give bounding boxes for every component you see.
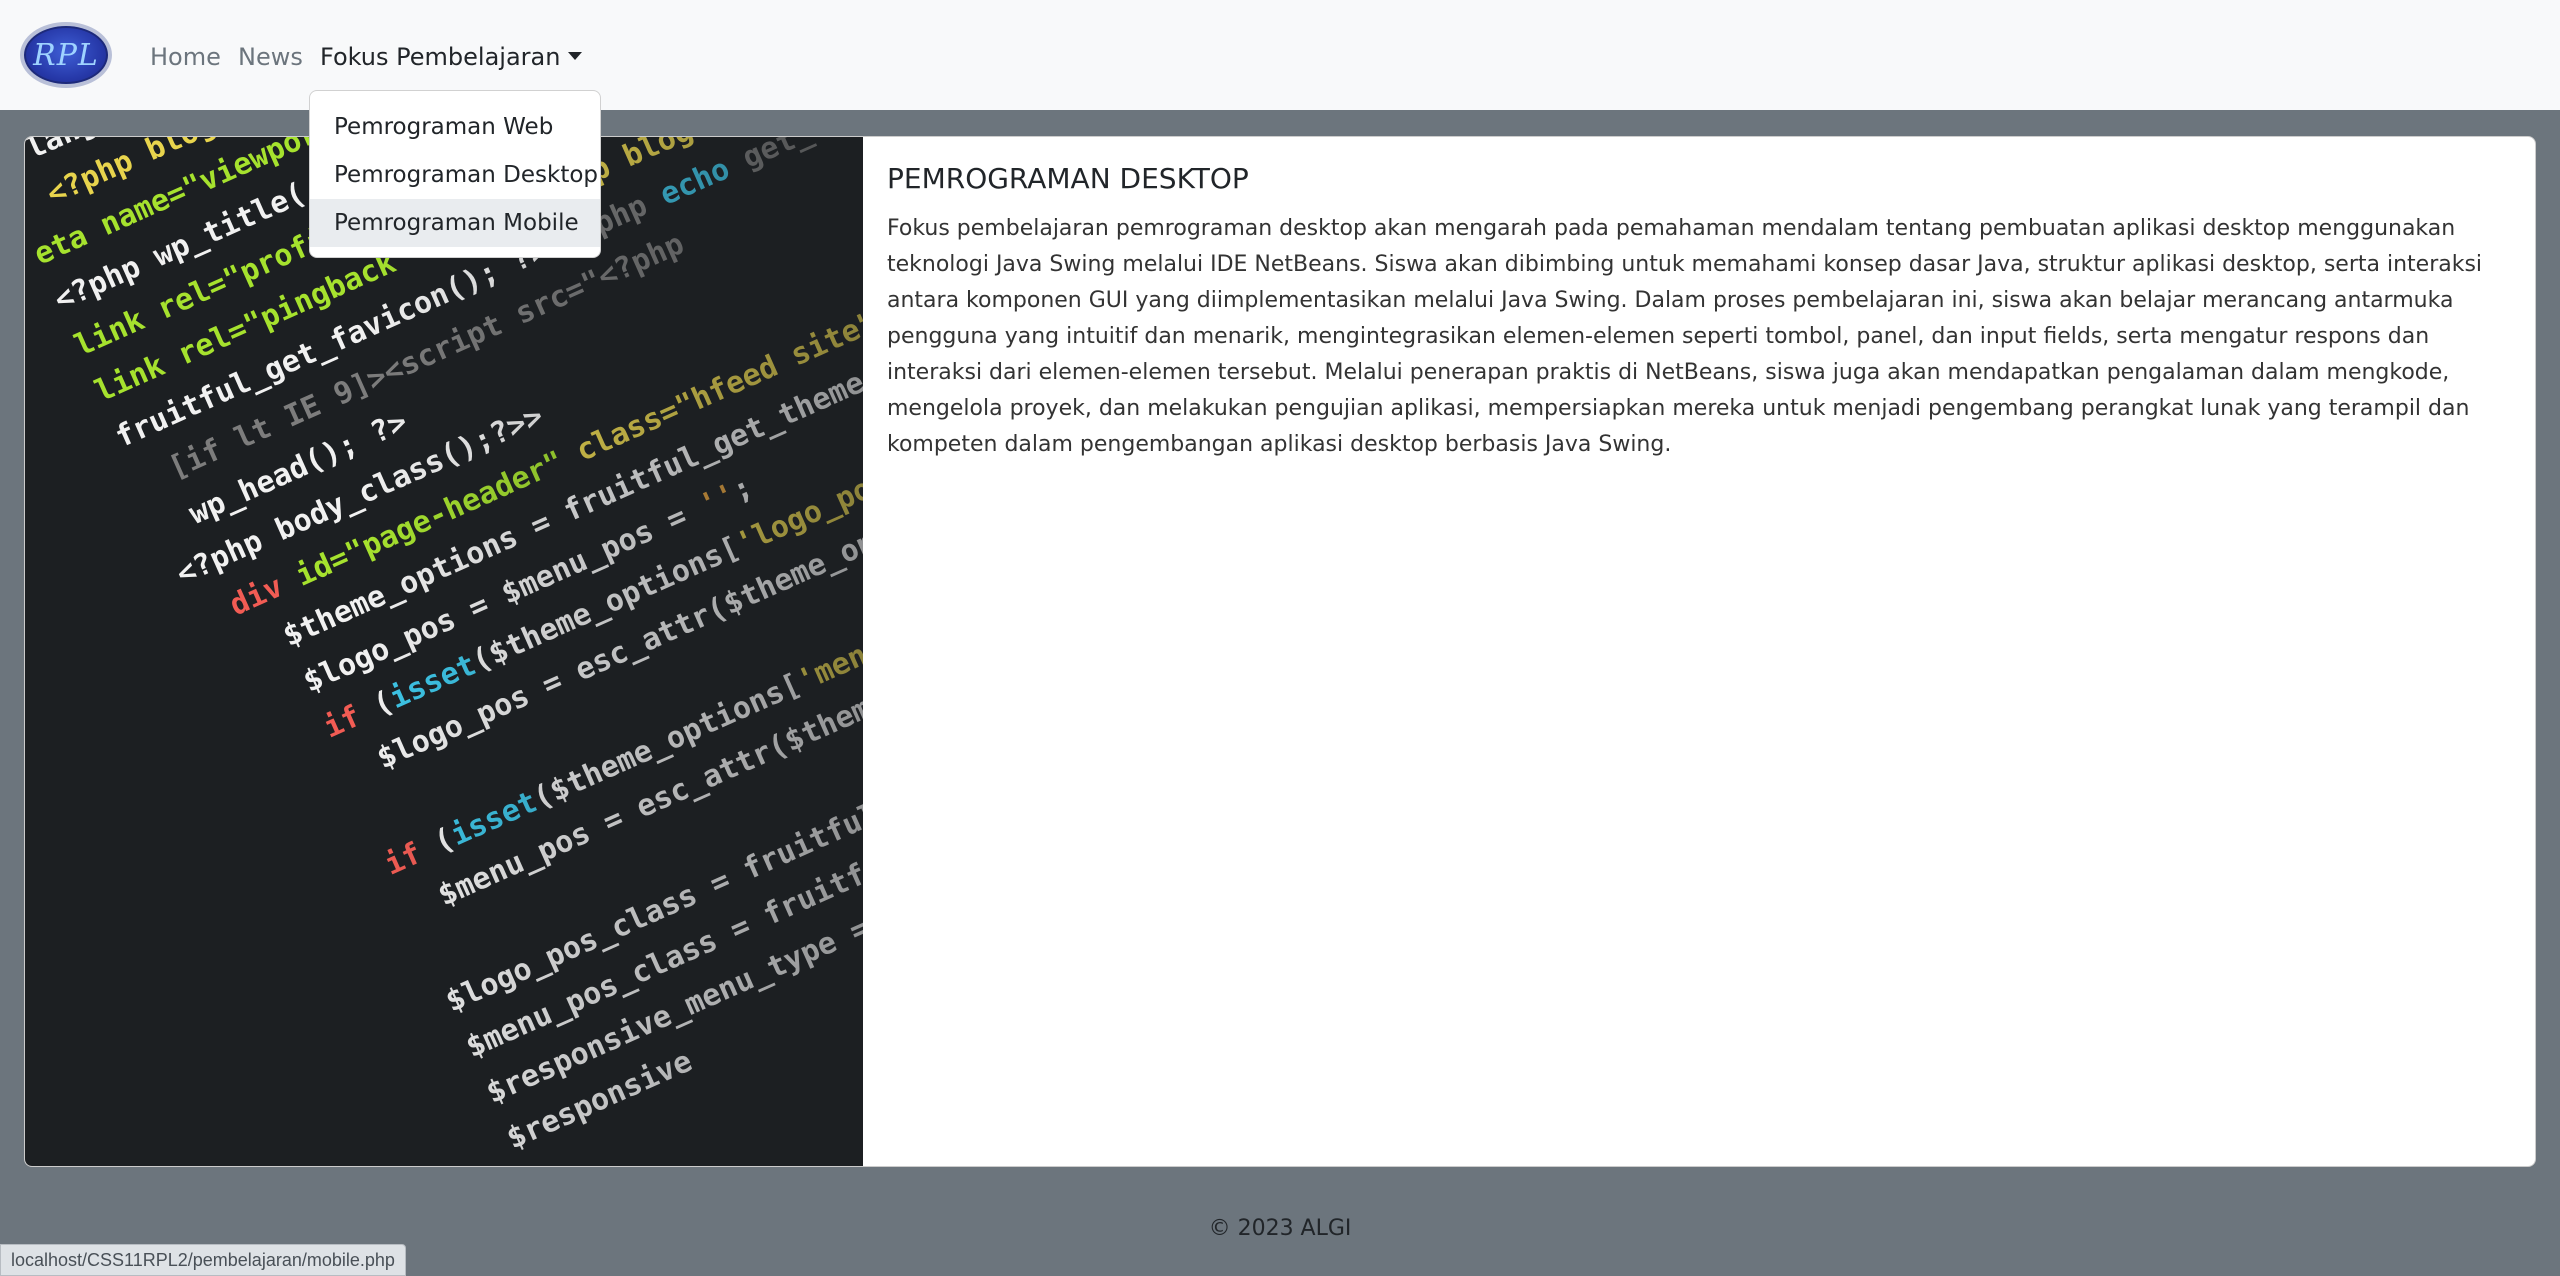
- dropdown-item-desktop[interactable]: Pemrograman Desktop: [310, 151, 600, 199]
- rpl-logo[interactable]: RPL: [20, 22, 112, 88]
- nav-news[interactable]: News: [238, 40, 303, 74]
- card-text: Fokus pembelajaran pemrograman desktop a…: [887, 216, 2483, 457]
- footer: © 2023 ALGI: [1208, 1216, 1352, 1241]
- logo-text: RPL: [33, 37, 99, 73]
- nav-fokus-pembelajaran-label: Fokus Pembelajaran: [320, 43, 561, 71]
- code-image-shade: [25, 137, 863, 1166]
- card-title: PEMROGRAMAN DESKTOP: [887, 162, 1249, 195]
- content-card: <html class="ie ie8" lang="en"><!--> lan…: [24, 136, 2536, 1167]
- nav-fokus-pembelajaran[interactable]: Fokus Pembelajaran: [320, 40, 583, 74]
- code-image: <html class="ie ie8" lang="en"><!--> lan…: [25, 137, 863, 1166]
- dropdown-item-mobile[interactable]: Pemrograman Mobile: [310, 199, 600, 247]
- nav-home[interactable]: Home: [150, 40, 221, 74]
- fokus-dropdown-menu: Pemrograman Web Pemrograman Desktop Pemr…: [309, 90, 601, 258]
- card-body: PEMROGRAMAN DESKTOP Fokus pembelajaran p…: [887, 161, 2517, 463]
- status-bar-url: localhost/CSS11RPL2/pembelajaran/mobile.…: [0, 1244, 406, 1276]
- dropdown-item-web[interactable]: Pemrograman Web: [310, 103, 600, 151]
- chevron-down-icon: [568, 52, 583, 60]
